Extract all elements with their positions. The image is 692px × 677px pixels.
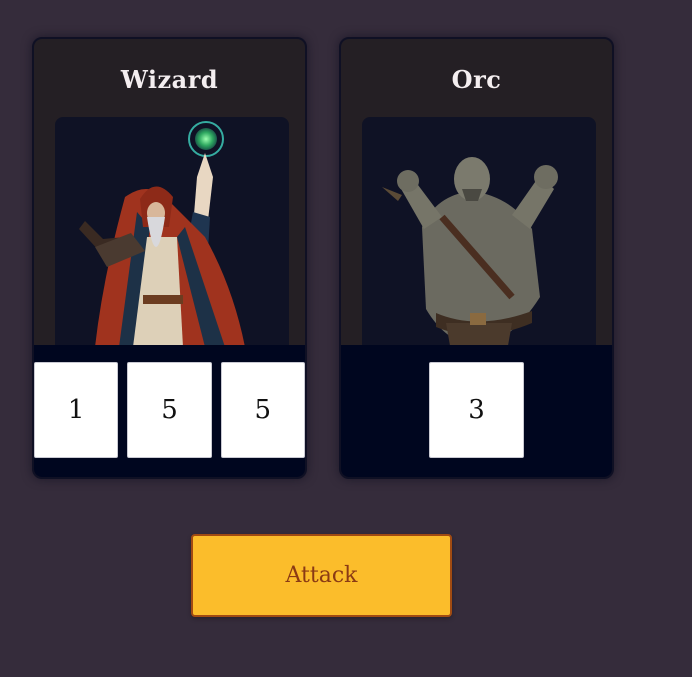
wizard-portrait [55, 117, 289, 357]
wizard-card: Wizard 1 5 5 [32, 37, 307, 479]
wizard-dice-row: 1 5 5 [34, 362, 305, 458]
orc-portrait [362, 117, 596, 357]
wizard-dice-tray: 1 5 5 [34, 345, 305, 477]
orc-dice-row: 3 [341, 362, 612, 458]
orc-card: Orc 3 [339, 37, 614, 479]
wizard-die-1[interactable]: 1 [34, 362, 119, 458]
wizard-die-3[interactable]: 5 [220, 362, 305, 458]
orc-character-icon [382, 157, 558, 357]
wizard-die-2[interactable]: 5 [127, 362, 212, 458]
wizard-character-icon [79, 121, 245, 347]
orc-die-1[interactable]: 3 [429, 362, 524, 458]
orc-dice-tray: 3 [341, 345, 612, 477]
orc-name: Orc [451, 65, 502, 94]
wizard-name: Wizard [120, 65, 219, 94]
attack-button[interactable]: Attack [191, 534, 452, 617]
